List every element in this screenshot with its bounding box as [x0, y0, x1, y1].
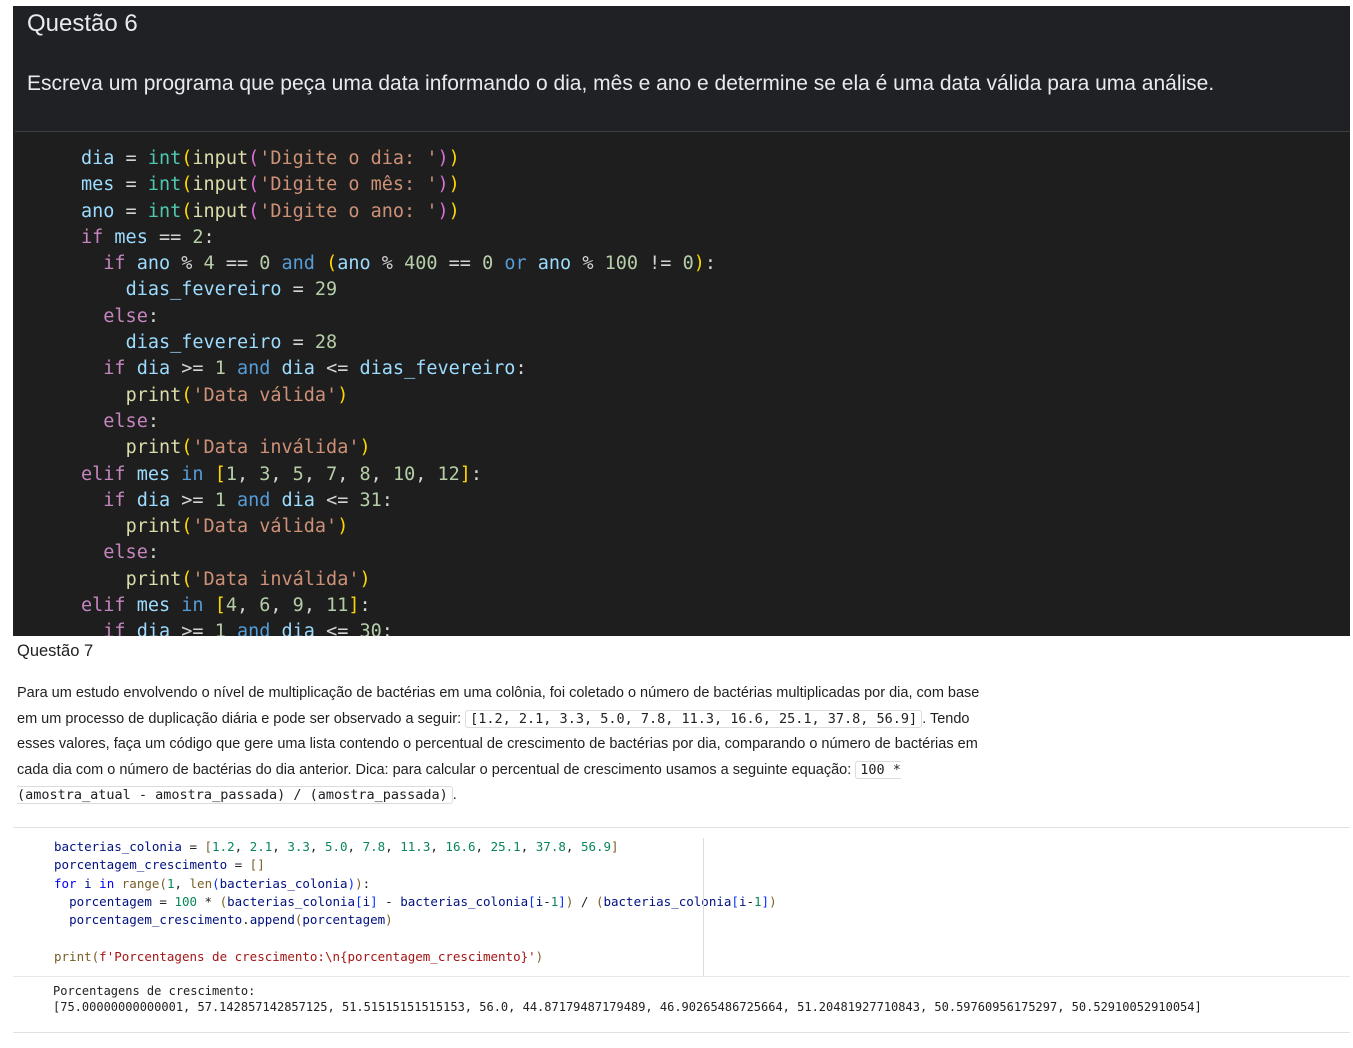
code-line[interactable]: print('Data válida') — [81, 516, 349, 537]
code-line[interactable]: dias_fevereiro = 29 — [81, 279, 338, 300]
question-7-section: Questão 7 Para um estudo envolvendo o ní… — [13, 636, 1350, 1033]
code-line[interactable]: if dia >= 1 and dia <= 30: — [81, 621, 393, 636]
question-6-title: Questão 6 — [27, 10, 138, 37]
code-line[interactable]: print(f'Porcentagens de crescimento:\n{p… — [54, 949, 543, 964]
code-line[interactable]: elif mes in [1, 3, 5, 7, 8, 10, 12]: — [81, 464, 482, 485]
line-length-ruler — [703, 838, 704, 976]
code-line[interactable]: ano = int(input('Digite o ano: ')) — [81, 201, 460, 222]
question-6-statement: Escreva um programa que peça uma data in… — [27, 72, 1215, 95]
code-line[interactable]: porcentagem_crescimento = [] — [54, 857, 265, 872]
code-line[interactable]: print('Data inválida') — [81, 437, 371, 458]
statement-text: . — [452, 787, 457, 804]
divider — [13, 1032, 1350, 1033]
code-editor[interactable]: bacterias_colonia = [1.2, 2.1, 3.3, 5.0,… — [13, 828, 1350, 977]
code-line[interactable]: dia = int(input('Digite o dia: ')) — [81, 148, 460, 169]
code-line[interactable]: porcentagem_crescimento.append(porcentag… — [54, 912, 393, 927]
question-7-statement: Para um estudo envolvendo o nível de mul… — [17, 681, 997, 809]
code-line[interactable]: dias_fevereiro = 28 — [81, 332, 338, 353]
code-line[interactable]: mes = int(input('Digite o mês: ')) — [81, 174, 460, 195]
code-line[interactable]: if mes == 2: — [81, 227, 215, 248]
code-line[interactable]: else: — [81, 306, 159, 327]
code-line[interactable]: else: — [81, 411, 159, 432]
code-line[interactable]: elif mes in [4, 6, 9, 11]: — [81, 595, 371, 616]
code-line[interactable]: porcentagem = 100 * (bacterias_colonia[i… — [54, 894, 777, 909]
cell-output: Porcentagens de crescimento: [75.0000000… — [53, 983, 1202, 1015]
code-line[interactable]: else: — [81, 542, 159, 563]
code-cell[interactable]: dia = int(input('Digite o dia: ')) mes =… — [15, 131, 1350, 636]
code-cell[interactable]: bacterias_colonia = [1.2, 2.1, 3.3, 5.0,… — [13, 827, 1350, 1033]
code-line[interactable]: bacterias_colonia = [1.2, 2.1, 3.3, 5.0,… — [54, 839, 619, 854]
inline-code-values: [1.2, 2.1, 3.3, 5.0, 7.8, 11.3, 16.6, 25… — [465, 709, 923, 728]
code-line[interactable]: print('Data inválida') — [81, 569, 371, 590]
output-line: [75.00000000000001, 57.142857142857125, … — [53, 1000, 1202, 1014]
code-text[interactable]: bacterias_colonia = [1.2, 2.1, 3.3, 5.0,… — [54, 838, 777, 966]
question-6-panel: Questão 6 Escreva um programa que peça u… — [13, 6, 1350, 636]
code-line[interactable]: if dia >= 1 and dia <= dias_fevereiro: — [81, 358, 526, 379]
code-editor[interactable]: dia = int(input('Digite o dia: ')) mes =… — [81, 146, 716, 636]
code-line[interactable]: if dia >= 1 and dia <= 31: — [81, 490, 393, 511]
code-line[interactable]: if ano % 4 == 0 and (ano % 400 == 0 or a… — [81, 253, 716, 274]
code-line[interactable]: for i in range(1, len(bacterias_colonia)… — [54, 876, 370, 891]
question-7-title: Questão 7 — [17, 642, 94, 660]
output-line: Porcentagens de crescimento: — [53, 984, 256, 998]
code-line[interactable]: print('Data válida') — [81, 385, 349, 406]
